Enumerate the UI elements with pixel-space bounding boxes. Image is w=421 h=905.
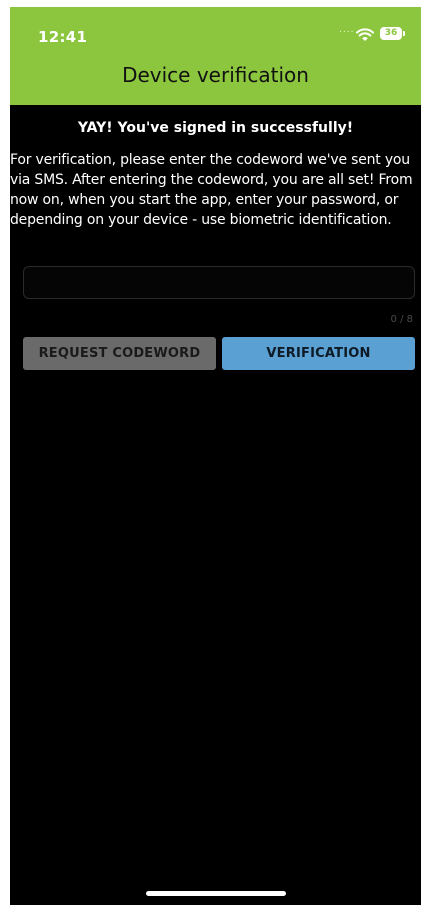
status-time: 12:41 <box>38 28 88 46</box>
app-screen: 12:41 .... 36 Device verification YAY! Y… <box>10 7 421 905</box>
request-codeword-button[interactable]: REQUEST CODEWORD <box>23 337 216 370</box>
status-bar: 12:41 .... 36 <box>10 7 421 51</box>
verification-instructions: For verification, please enter the codew… <box>10 152 413 228</box>
character-counter: 0 / 8 <box>390 314 413 325</box>
app-header: 12:41 .... 36 Device verification <box>10 7 421 105</box>
home-indicator[interactable] <box>146 891 286 896</box>
codeword-input[interactable] <box>23 266 415 299</box>
battery-icon: 36 <box>380 27 405 40</box>
signal-indicator: .... <box>339 25 355 35</box>
page-title: Device verification <box>122 63 309 87</box>
wifi-icon <box>356 28 374 41</box>
success-message: YAY! You've signed in successfully! <box>77 120 354 136</box>
verification-button[interactable]: VERIFICATION <box>222 337 415 370</box>
